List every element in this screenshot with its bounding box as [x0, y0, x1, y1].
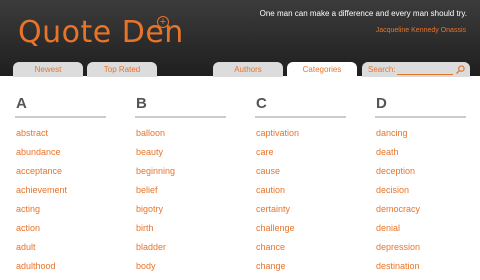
- category-link[interactable]: achievement: [15, 181, 106, 200]
- category-link[interactable]: acting: [15, 200, 106, 219]
- search-input[interactable]: [397, 65, 453, 75]
- category-column-c: C captivation care cause caution certain…: [255, 94, 346, 276]
- column-letter: B: [135, 94, 226, 118]
- category-link[interactable]: action: [15, 219, 106, 238]
- category-link[interactable]: adult: [15, 238, 106, 257]
- category-link[interactable]: care: [255, 143, 346, 162]
- category-link[interactable]: dancing: [375, 124, 466, 143]
- category-link[interactable]: death: [375, 143, 466, 162]
- category-link[interactable]: chance: [255, 238, 346, 257]
- category-column-b: B balloon beauty beginning belief bigotr…: [135, 94, 226, 276]
- logo-plus-icon: +: [157, 16, 169, 28]
- featured-quote: One man can make a difference and every …: [259, 9, 467, 18]
- category-link[interactable]: captivation: [255, 124, 346, 143]
- category-link[interactable]: acceptance: [15, 162, 106, 181]
- category-link[interactable]: destination: [375, 257, 466, 276]
- tab-top-rated[interactable]: Top Rated: [87, 62, 157, 77]
- category-link[interactable]: democracy: [375, 200, 466, 219]
- search-box: Search:: [362, 62, 470, 77]
- category-link[interactable]: abstract: [15, 124, 106, 143]
- category-link[interactable]: beauty: [135, 143, 226, 162]
- column-letter: A: [15, 94, 106, 118]
- category-link[interactable]: cause: [255, 162, 346, 181]
- category-link[interactable]: balloon: [135, 124, 226, 143]
- category-link[interactable]: certainty: [255, 200, 346, 219]
- category-link[interactable]: change: [255, 257, 346, 276]
- search-label: Search:: [368, 65, 396, 74]
- category-link[interactable]: challenge: [255, 219, 346, 238]
- search-icon[interactable]: [456, 65, 465, 74]
- tab-newest[interactable]: Newest: [13, 62, 83, 77]
- category-link[interactable]: denial: [375, 219, 466, 238]
- category-link[interactable]: body: [135, 257, 226, 276]
- column-letter: C: [255, 94, 346, 118]
- category-link[interactable]: beginning: [135, 162, 226, 181]
- featured-quote-author[interactable]: Jacqueline Kennedy Onassis: [376, 27, 466, 34]
- category-link[interactable]: caution: [255, 181, 346, 200]
- category-link[interactable]: belief: [135, 181, 226, 200]
- category-link[interactable]: adulthood: [15, 257, 106, 276]
- category-link[interactable]: abundance: [15, 143, 106, 162]
- category-link[interactable]: bladder: [135, 238, 226, 257]
- category-link[interactable]: decision: [375, 181, 466, 200]
- category-column-d: D dancing death deception decision democ…: [375, 94, 466, 276]
- tab-authors[interactable]: Authors: [213, 62, 283, 77]
- category-column-a: A abstract abundance acceptance achievem…: [15, 94, 106, 276]
- tab-categories[interactable]: Categories: [287, 62, 357, 78]
- category-link[interactable]: bigotry: [135, 200, 226, 219]
- category-link[interactable]: deception: [375, 162, 466, 181]
- category-link[interactable]: birth: [135, 219, 226, 238]
- site-header: Quote Den + One man can make a differenc…: [0, 0, 480, 78]
- column-letter: D: [375, 94, 466, 118]
- category-link[interactable]: depression: [375, 238, 466, 257]
